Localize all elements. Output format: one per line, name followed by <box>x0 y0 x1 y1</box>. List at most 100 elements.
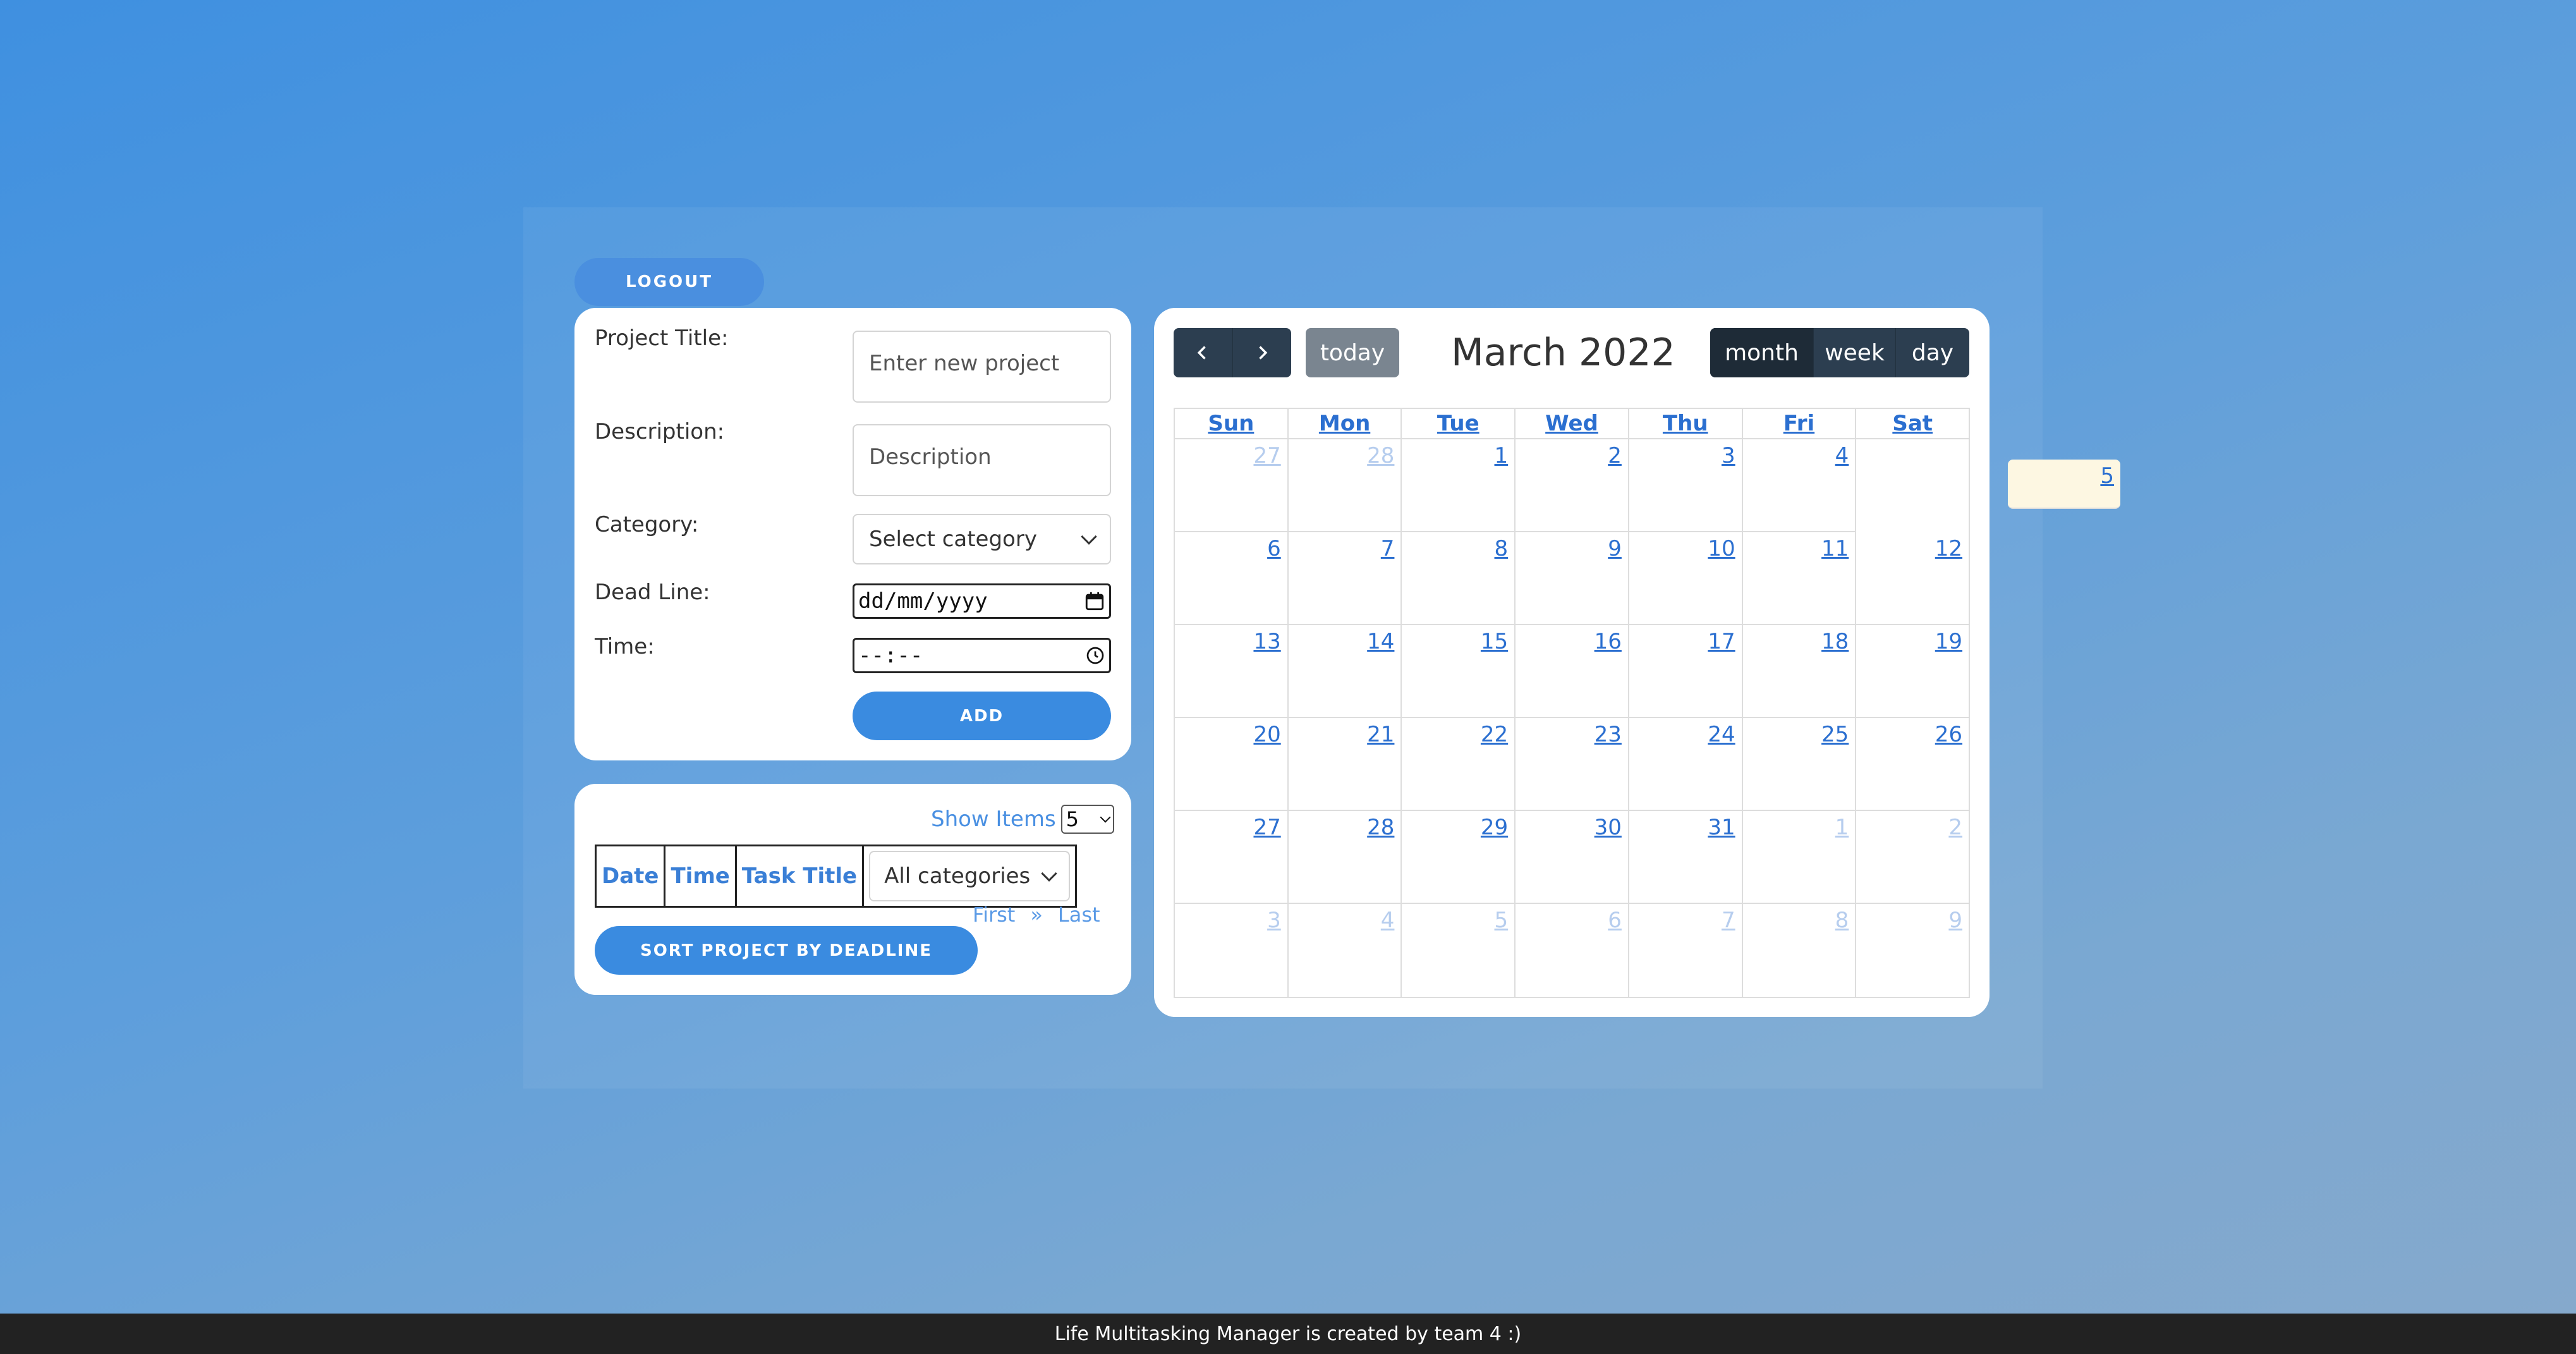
day-number[interactable]: 2 <box>1948 815 1962 840</box>
time-input[interactable]: --:-- <box>853 638 1111 673</box>
day-cell[interactable]: 11 <box>1742 532 1857 625</box>
day-number[interactable]: 20 <box>1253 722 1280 747</box>
day-cell[interactable]: 28 <box>1288 439 1402 532</box>
pager-last[interactable]: Last <box>1058 903 1100 927</box>
day-number[interactable]: 22 <box>1481 722 1508 747</box>
day-cell[interactable]: 1 <box>1402 439 1516 532</box>
day-cell[interactable]: 5 <box>1402 904 1516 997</box>
day-number[interactable]: 29 <box>1481 815 1508 840</box>
day-cell[interactable]: 23 <box>1516 718 1629 811</box>
day-number[interactable]: 4 <box>1835 443 1849 468</box>
day-cell[interactable]: 2 <box>1856 811 1969 904</box>
weekday-sun[interactable]: Sun <box>1175 409 1289 439</box>
prev-month-button[interactable] <box>1174 328 1233 377</box>
day-number[interactable]: 2 <box>1608 443 1622 468</box>
day-number[interactable]: 4 <box>1381 908 1395 933</box>
day-number[interactable]: 19 <box>1935 629 1962 654</box>
day-number[interactable]: 24 <box>1708 722 1735 747</box>
column-task-title[interactable]: Task Title <box>737 846 865 906</box>
day-cell[interactable]: 8 <box>1743 904 1857 997</box>
weekday-tue[interactable]: Tue <box>1402 409 1516 439</box>
day-cell[interactable]: 27 <box>1175 439 1289 532</box>
day-number[interactable]: 8 <box>1495 536 1509 561</box>
day-number[interactable]: 26 <box>1935 722 1962 747</box>
day-number[interactable]: 10 <box>1708 536 1735 561</box>
day-number[interactable]: 3 <box>1267 908 1281 933</box>
show-items-select[interactable]: 5 <box>1060 805 1114 834</box>
day-number[interactable]: 16 <box>1595 629 1622 654</box>
deadline-date-input[interactable]: dd/mm/yyyy <box>853 583 1111 619</box>
view-day-button[interactable]: day <box>1896 328 1969 377</box>
day-number[interactable]: 23 <box>1595 722 1622 747</box>
day-cell[interactable]: 1 <box>1742 811 1857 904</box>
day-cell[interactable]: 7 <box>1629 904 1743 997</box>
day-number[interactable]: 28 <box>1367 443 1394 468</box>
day-number[interactable]: 18 <box>1821 629 1849 654</box>
day-cell[interactable]: 17 <box>1629 625 1743 718</box>
day-cell[interactable]: 8 <box>1402 532 1516 625</box>
day-number[interactable]: 31 <box>1708 815 1735 840</box>
day-cell[interactable]: 19 <box>1856 625 1969 718</box>
weekday-fri[interactable]: Fri <box>1742 409 1857 439</box>
pager-next[interactable]: » <box>1030 903 1043 927</box>
day-cell[interactable]: 29 <box>1402 811 1516 904</box>
day-number[interactable]: 25 <box>1821 722 1849 747</box>
day-number[interactable]: 5 <box>2100 463 2114 489</box>
day-number[interactable]: 7 <box>1381 536 1395 561</box>
next-month-button[interactable] <box>1233 328 1292 377</box>
day-cell[interactable]: 14 <box>1288 625 1402 718</box>
day-cell[interactable]: 26 <box>1856 718 1969 811</box>
column-time[interactable]: Time <box>665 846 737 906</box>
view-week-button[interactable]: week <box>1814 328 1896 377</box>
day-cell[interactable]: 6 <box>1516 904 1629 997</box>
day-cell[interactable]: 15 <box>1402 625 1516 718</box>
day-number[interactable]: 8 <box>1835 908 1849 933</box>
day-cell[interactable]: 13 <box>1175 625 1289 718</box>
add-button[interactable]: ADD <box>853 692 1111 740</box>
logout-button[interactable]: LOGOUT <box>574 258 764 306</box>
day-number[interactable]: 14 <box>1367 629 1394 654</box>
weekday-thu[interactable]: Thu <box>1629 409 1743 439</box>
clock-icon[interactable] <box>1085 645 1105 666</box>
day-cell[interactable]: 18 <box>1742 625 1857 718</box>
weekday-mon[interactable]: Mon <box>1288 409 1402 439</box>
day-number[interactable]: 7 <box>1722 908 1735 933</box>
day-number[interactable]: 9 <box>1608 536 1622 561</box>
day-number[interactable]: 21 <box>1367 722 1394 747</box>
category-filter-select[interactable]: All categories <box>869 851 1071 901</box>
day-cell[interactable]: 7 <box>1288 532 1402 625</box>
day-cell[interactable]: 31 <box>1629 811 1743 904</box>
day-cell[interactable]: 4 <box>1289 904 1402 997</box>
day-cell[interactable]: 24 <box>1629 718 1743 811</box>
day-cell[interactable]: 2 <box>1516 439 1629 532</box>
day-number[interactable]: 12 <box>1935 536 1962 561</box>
day-number[interactable]: 28 <box>1367 815 1394 840</box>
day-number[interactable]: 6 <box>1267 536 1281 561</box>
project-title-input[interactable]: Enter new project <box>853 331 1111 403</box>
weekday-wed[interactable]: Wed <box>1516 409 1629 439</box>
day-number[interactable]: 13 <box>1253 629 1280 654</box>
day-cell[interactable]: 3 <box>1629 439 1743 532</box>
day-cell[interactable]: 4 <box>1742 439 1857 532</box>
category-select[interactable]: Select category <box>853 514 1111 564</box>
day-cell[interactable]: 27 <box>1175 811 1289 904</box>
column-date[interactable]: Date <box>597 846 666 906</box>
pager-first[interactable]: First <box>973 903 1015 927</box>
day-cell[interactable]: 25 <box>1742 718 1857 811</box>
description-input[interactable]: Description <box>853 424 1111 496</box>
day-number[interactable]: 5 <box>1495 908 1509 933</box>
day-number[interactable]: 11 <box>1821 536 1849 561</box>
day-cell[interactable]: 28 <box>1288 811 1402 904</box>
day-number[interactable]: 6 <box>1608 908 1622 933</box>
day-cell[interactable]: 12 <box>1856 532 1969 625</box>
day-cell[interactable]: 22 <box>1402 718 1516 811</box>
weekday-sat[interactable]: Sat <box>1856 409 1969 439</box>
day-number[interactable]: 30 <box>1595 815 1622 840</box>
calendar-icon[interactable] <box>1084 590 1105 612</box>
day-number[interactable]: 1 <box>1495 443 1509 468</box>
day-cell[interactable]: 9 <box>1856 904 1969 997</box>
day-number[interactable]: 27 <box>1253 815 1280 840</box>
day-cell[interactable]: 21 <box>1288 718 1402 811</box>
day-cell-today[interactable]: 5 <box>2008 460 2121 509</box>
day-number[interactable]: 15 <box>1481 629 1508 654</box>
